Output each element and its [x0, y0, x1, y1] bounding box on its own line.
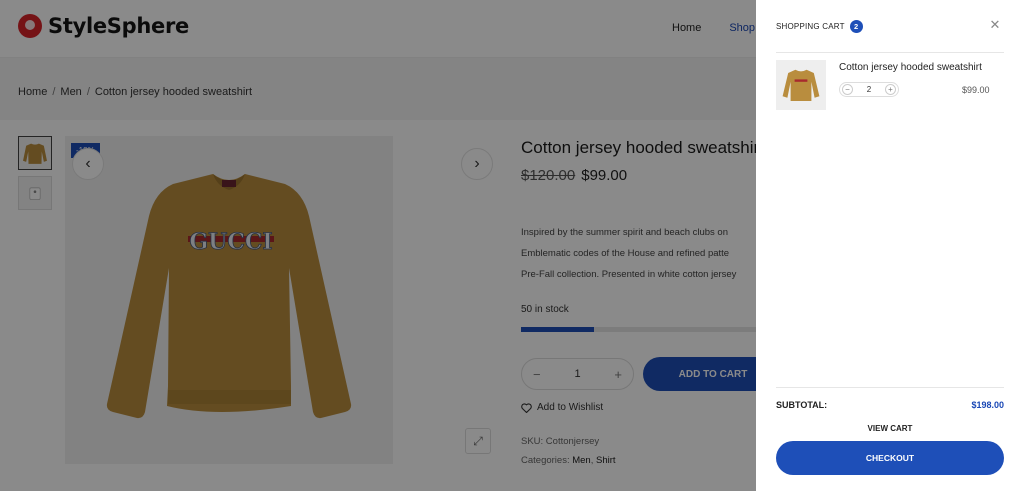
- subtotal-label: SUBTOTAL:: [776, 400, 828, 410]
- cart-item-price: $99.00: [962, 85, 990, 95]
- cart-item-image[interactable]: [776, 60, 826, 110]
- checkout-button[interactable]: CHECKOUT: [776, 441, 1004, 475]
- cart-item-quantity[interactable]: 2: [867, 85, 871, 94]
- divider: [776, 387, 1004, 388]
- divider: [776, 52, 1004, 53]
- close-cart-button[interactable]: ✕: [988, 17, 1002, 32]
- subtotal-value: $198.00: [971, 400, 1004, 410]
- sweatshirt-image: [782, 69, 820, 101]
- cart-subtotal: SUBTOTAL: $198.00: [776, 400, 1004, 410]
- cart-count-badge: 2: [849, 20, 863, 33]
- view-cart-button[interactable]: VIEW CART: [776, 424, 1004, 433]
- cart-item-quantity-stepper[interactable]: − 2 +: [839, 82, 899, 97]
- cart-drawer: SHOPPING CART 2 ✕ Cotton jersey hooded s…: [756, 0, 1024, 491]
- plus-icon[interactable]: +: [884, 84, 896, 95]
- cart-item-name[interactable]: Cotton jersey hooded sweatshirt: [839, 62, 982, 73]
- close-icon: ✕: [989, 17, 1001, 32]
- minus-icon[interactable]: −: [842, 84, 853, 95]
- cart-drawer-header: SHOPPING CART 2: [776, 20, 863, 33]
- cart-title: SHOPPING CART: [776, 22, 845, 31]
